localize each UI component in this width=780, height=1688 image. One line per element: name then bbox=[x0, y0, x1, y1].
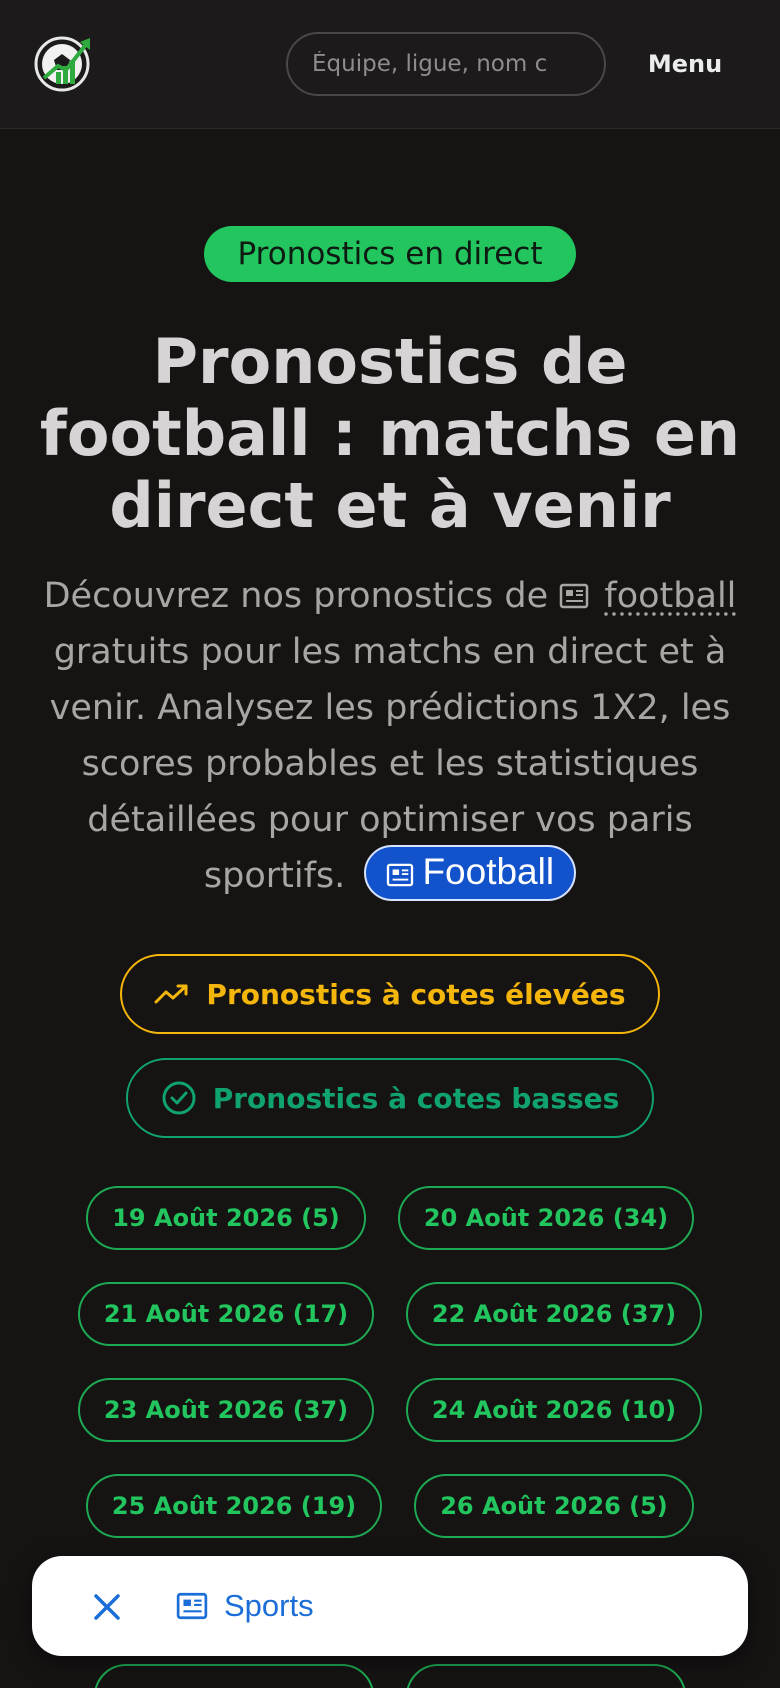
date-pill-partial[interactable] bbox=[94, 1664, 374, 1688]
close-icon bbox=[94, 1594, 120, 1620]
trending-up-icon bbox=[154, 984, 188, 1004]
low-odds-button[interactable]: Pronostics à cotes basses bbox=[126, 1058, 654, 1138]
date-pill[interactable]: 24 Août 2026 (10) bbox=[406, 1378, 702, 1442]
date-pill-partial[interactable] bbox=[406, 1664, 686, 1688]
newspaper-icon bbox=[560, 583, 589, 609]
low-odds-label: Pronostics à cotes basses bbox=[212, 1081, 620, 1115]
date-pill[interactable]: 25 Août 2026 (19) bbox=[86, 1474, 382, 1538]
high-odds-label: Pronostics à cotes élevées bbox=[206, 977, 626, 1011]
page-title: Pronostics de football : matchs en direc… bbox=[39, 325, 741, 542]
search-input[interactable] bbox=[286, 32, 606, 96]
newspaper-icon bbox=[387, 863, 414, 887]
site-logo[interactable] bbox=[32, 32, 96, 96]
date-pill[interactable]: 20 Août 2026 (34) bbox=[398, 1186, 694, 1250]
date-pill[interactable]: 26 Août 2026 (5) bbox=[414, 1474, 694, 1538]
toast-label[interactable]: Sports bbox=[224, 1582, 314, 1630]
menu-button[interactable]: Menu bbox=[630, 40, 740, 88]
football-chip[interactable]: Football bbox=[364, 845, 577, 901]
soccer-ball-chart-logo-icon bbox=[34, 36, 90, 92]
date-pill[interactable]: 23 Août 2026 (37) bbox=[78, 1378, 374, 1442]
date-pill[interactable]: 22 Août 2026 (37) bbox=[406, 1282, 702, 1346]
date-pill[interactable]: 19 Août 2026 (5) bbox=[86, 1186, 366, 1250]
desc-text-before: Découvrez nos pronostics de bbox=[43, 576, 549, 616]
newspaper-icon bbox=[176, 1592, 208, 1620]
sports-toast: Sports bbox=[32, 1556, 748, 1656]
live-badge[interactable]: Pronostics en direct bbox=[204, 226, 576, 282]
close-button[interactable] bbox=[90, 1590, 124, 1624]
site-header: Menu bbox=[0, 0, 780, 129]
football-chip-label: Football bbox=[422, 851, 555, 892]
page-description: Découvrez nos pronostics de football gra… bbox=[24, 568, 756, 904]
football-link[interactable]: football bbox=[604, 576, 736, 616]
date-pill[interactable]: 21 Août 2026 (17) bbox=[78, 1282, 374, 1346]
high-odds-button[interactable]: Pronostics à cotes élevées bbox=[120, 954, 660, 1034]
check-circle-icon bbox=[162, 1081, 196, 1115]
